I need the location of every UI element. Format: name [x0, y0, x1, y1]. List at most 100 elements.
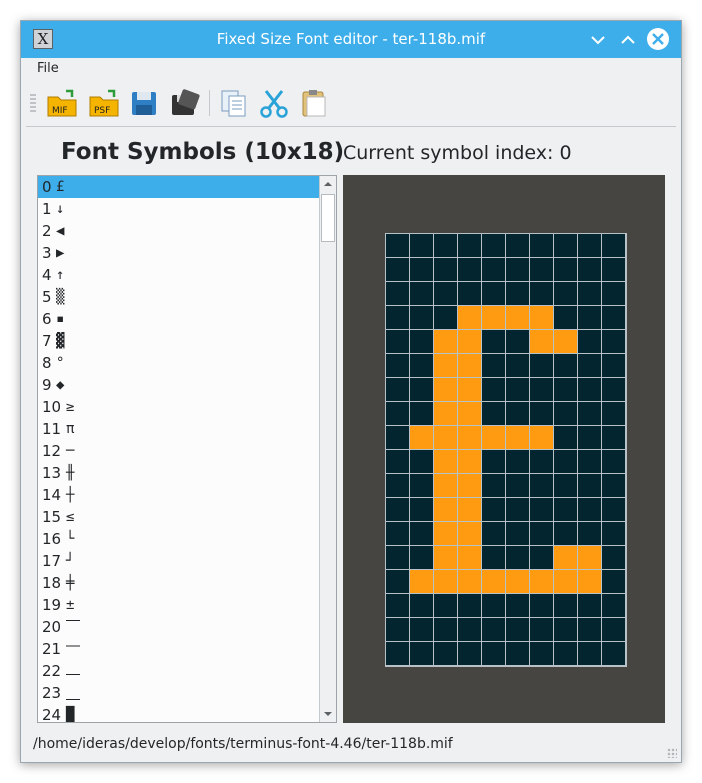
glyph-pixel[interactable]: [458, 234, 482, 258]
glyph-pixel[interactable]: [482, 570, 506, 594]
glyph-pixel[interactable]: [602, 258, 626, 282]
glyph-pixel[interactable]: [482, 402, 506, 426]
symbol-list-item[interactable]: 24 █: [38, 704, 320, 722]
glyph-pixel[interactable]: [386, 258, 410, 282]
glyph-pixel[interactable]: [578, 642, 602, 666]
symbol-list-item[interactable]: 3 ▶: [38, 242, 320, 264]
glyph-pixel[interactable]: [410, 450, 434, 474]
save-as-button[interactable]: [168, 87, 200, 119]
symbol-list-item[interactable]: 2 ◀: [38, 220, 320, 242]
glyph-pixel[interactable]: [386, 522, 410, 546]
glyph-pixel[interactable]: [410, 402, 434, 426]
symbol-list-item[interactable]: 17 ┘: [38, 550, 320, 572]
glyph-pixel[interactable]: [458, 594, 482, 618]
glyph-pixel[interactable]: [434, 378, 458, 402]
scroll-up-arrow[interactable]: [320, 176, 336, 192]
glyph-pixel[interactable]: [410, 234, 434, 258]
scroll-thumb[interactable]: [321, 194, 335, 242]
glyph-pixel[interactable]: [482, 594, 506, 618]
resize-grip[interactable]: [667, 748, 677, 758]
glyph-pixel[interactable]: [602, 426, 626, 450]
glyph-pixel[interactable]: [386, 426, 410, 450]
symbol-list-item[interactable]: 18 ╪: [38, 572, 320, 594]
glyph-pixel[interactable]: [458, 450, 482, 474]
glyph-pixel[interactable]: [386, 306, 410, 330]
glyph-pixel[interactable]: [602, 498, 626, 522]
glyph-pixel[interactable]: [386, 474, 410, 498]
glyph-pixel[interactable]: [434, 330, 458, 354]
glyph-pixel[interactable]: [602, 546, 626, 570]
glyph-pixel[interactable]: [530, 426, 554, 450]
glyph-pixel[interactable]: [602, 354, 626, 378]
glyph-pixel[interactable]: [386, 498, 410, 522]
open-psf-button[interactable]: PSF: [88, 87, 120, 119]
symbol-list-item[interactable]: 5 ▒: [38, 286, 320, 308]
glyph-pixel[interactable]: [530, 354, 554, 378]
glyph-pixel[interactable]: [602, 378, 626, 402]
glyph-pixel[interactable]: [434, 522, 458, 546]
glyph-pixel[interactable]: [458, 378, 482, 402]
glyph-pixel[interactable]: [506, 330, 530, 354]
glyph-pixel[interactable]: [554, 450, 578, 474]
glyph-pixel[interactable]: [410, 642, 434, 666]
glyph-pixel[interactable]: [506, 282, 530, 306]
glyph-pixel[interactable]: [458, 618, 482, 642]
symbol-list-item[interactable]: 13 ╫: [38, 462, 320, 484]
glyph-pixel[interactable]: [410, 522, 434, 546]
glyph-pixel[interactable]: [554, 474, 578, 498]
glyph-pixel[interactable]: [554, 498, 578, 522]
glyph-pixel[interactable]: [410, 426, 434, 450]
glyph-pixel[interactable]: [482, 522, 506, 546]
glyph-pixel[interactable]: [602, 402, 626, 426]
symbol-list-item[interactable]: 10 ≥: [38, 396, 320, 418]
glyph-pixel[interactable]: [434, 618, 458, 642]
glyph-pixel[interactable]: [578, 402, 602, 426]
glyph-pixel[interactable]: [410, 546, 434, 570]
copy-button[interactable]: [218, 87, 250, 119]
glyph-pixel[interactable]: [602, 618, 626, 642]
glyph-pixel[interactable]: [482, 546, 506, 570]
glyph-pixel[interactable]: [434, 570, 458, 594]
glyph-pixel[interactable]: [578, 306, 602, 330]
glyph-pixel[interactable]: [386, 570, 410, 594]
glyph-pixel[interactable]: [506, 378, 530, 402]
toolbar-grip[interactable]: [30, 94, 36, 112]
symbol-list-item[interactable]: 20 ⎺: [38, 616, 320, 638]
glyph-pixel[interactable]: [482, 498, 506, 522]
glyph-pixel[interactable]: [482, 258, 506, 282]
glyph-pixel[interactable]: [602, 306, 626, 330]
glyph-pixel[interactable]: [578, 330, 602, 354]
glyph-pixel[interactable]: [482, 378, 506, 402]
glyph-pixel[interactable]: [458, 426, 482, 450]
glyph-pixel[interactable]: [506, 450, 530, 474]
glyph-pixel[interactable]: [410, 618, 434, 642]
glyph-pixel[interactable]: [434, 498, 458, 522]
glyph-pixel[interactable]: [530, 522, 554, 546]
glyph-pixel[interactable]: [602, 642, 626, 666]
glyph-pixel[interactable]: [386, 234, 410, 258]
glyph-pixel[interactable]: [506, 234, 530, 258]
symbol-list-item[interactable]: 8 °: [38, 352, 320, 374]
maximize-button[interactable]: [617, 29, 639, 51]
glyph-pixel[interactable]: [578, 474, 602, 498]
symbol-list-item[interactable]: 11 π: [38, 418, 320, 440]
symbol-list-item[interactable]: 9 ◆: [38, 374, 320, 396]
glyph-pixel[interactable]: [602, 282, 626, 306]
glyph-pixel[interactable]: [530, 378, 554, 402]
glyph-pixel[interactable]: [458, 354, 482, 378]
glyph-pixel[interactable]: [386, 450, 410, 474]
glyph-pixel[interactable]: [458, 498, 482, 522]
glyph-pixel[interactable]: [434, 450, 458, 474]
glyph-pixel[interactable]: [410, 498, 434, 522]
save-button[interactable]: [128, 87, 160, 119]
glyph-pixel[interactable]: [506, 258, 530, 282]
glyph-pixel[interactable]: [530, 258, 554, 282]
glyph-pixel[interactable]: [410, 570, 434, 594]
glyph-pixel[interactable]: [530, 570, 554, 594]
glyph-pixel[interactable]: [410, 354, 434, 378]
glyph-pixel[interactable]: [530, 642, 554, 666]
symbol-list-item[interactable]: 16 └: [38, 528, 320, 550]
glyph-pixel[interactable]: [482, 282, 506, 306]
glyph-pixel[interactable]: [578, 378, 602, 402]
glyph-pixel[interactable]: [602, 474, 626, 498]
